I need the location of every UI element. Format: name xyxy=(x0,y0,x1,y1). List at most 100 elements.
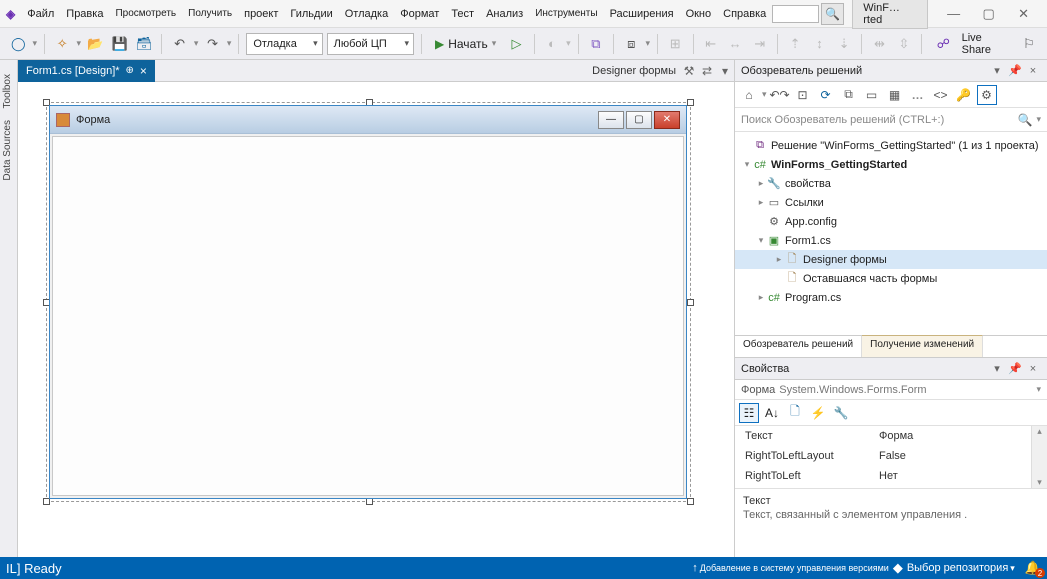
selected-object-row[interactable]: Форма System.Windows.Forms.Form ▾ xyxy=(735,380,1047,400)
swap-icon[interactable]: ⇄ xyxy=(698,64,716,78)
bottom-tab[interactable]: Обозреватель решений xyxy=(735,336,862,357)
document-tab[interactable]: Form1.cs [Design]* ⊕ × xyxy=(18,60,155,82)
menu-просмотреть[interactable]: Просмотреть xyxy=(109,5,182,22)
wrench-icon[interactable]: 🔧 xyxy=(831,403,851,423)
pending-icon[interactable]: ⊡ xyxy=(793,85,813,105)
menu-отладка[interactable]: Отладка xyxy=(339,5,394,23)
tree-node[interactable]: ▸c#Program.cs xyxy=(735,288,1047,307)
code-icon[interactable]: <> xyxy=(931,85,951,105)
menu-анализ[interactable]: Анализ xyxy=(480,5,529,23)
notifications-button[interactable]: 🔔2 xyxy=(1025,560,1041,576)
pin-icon[interactable]: 📌 xyxy=(1007,362,1023,375)
alphabetical-icon[interactable]: A↓ xyxy=(762,403,782,423)
property-row[interactable]: RightToLeftНет xyxy=(735,466,1047,486)
side-tab-data-sources[interactable]: Data Sources xyxy=(0,114,15,187)
redo-button[interactable]: ↷ xyxy=(202,33,222,55)
pin-icon[interactable]: 📌 xyxy=(1007,64,1023,77)
tree-node[interactable]: ▸▭Ссылки xyxy=(735,193,1047,212)
tree-node[interactable]: ▾▣Form1.cs xyxy=(735,231,1047,250)
tree-node[interactable]: ▸🔧свойства xyxy=(735,174,1047,193)
pin-icon[interactable]: ⊕ xyxy=(126,65,134,76)
scrollbar[interactable]: ▴▾ xyxy=(1031,426,1047,488)
tb-layout-2[interactable]: ⧈ xyxy=(621,33,641,55)
resize-handle[interactable] xyxy=(687,498,694,505)
form-client-area[interactable] xyxy=(52,136,684,496)
design-surface[interactable]: Форма — ▢ ✕ xyxy=(18,82,734,557)
window-menu-icon[interactable]: ▾ xyxy=(716,64,734,78)
liveshare-label[interactable]: Live Share xyxy=(958,32,1015,56)
resize-handle[interactable] xyxy=(687,299,694,306)
menu-формат[interactable]: Формат xyxy=(394,5,445,23)
platform-dropdown[interactable]: Любой ЦП xyxy=(327,33,414,55)
resize-handle[interactable] xyxy=(43,498,50,505)
start-no-debug-button[interactable]: ▷ xyxy=(506,33,526,55)
start-debug-button[interactable]: ▶Начать▾ xyxy=(429,33,502,55)
menu-файл[interactable]: Файл xyxy=(21,5,60,23)
feedback-icon[interactable]: ⚐ xyxy=(1019,33,1039,55)
home-icon[interactable]: ⌂ xyxy=(739,85,759,105)
side-tab-toolbox[interactable]: Toolbox xyxy=(0,68,15,114)
repo-selector[interactable]: Выбор репозитория xyxy=(907,562,1008,574)
search-button[interactable]: 🔍 xyxy=(821,3,844,25)
tree-node[interactable]: ⚙App.config xyxy=(735,212,1047,231)
close-tab-icon[interactable]: × xyxy=(140,64,147,78)
menu-расширения[interactable]: Расширения xyxy=(604,5,680,23)
tree-node[interactable]: ⧉Решение "WinForms_GettingStarted" (1 из… xyxy=(735,136,1047,155)
panel-options-icon[interactable]: ▾ xyxy=(989,362,1005,375)
tb-misc-1[interactable]: ◐ xyxy=(542,33,562,55)
form-selection-frame[interactable]: Форма — ▢ ✕ xyxy=(46,102,691,502)
new-item-button[interactable]: ✧ xyxy=(52,33,72,55)
tb-layout-1[interactable]: ⧉ xyxy=(586,33,606,55)
menu-гильдии[interactable]: Гильдии xyxy=(284,5,338,23)
nav-back-button[interactable]: ◯ xyxy=(8,33,28,55)
uparrow-icon[interactable]: ↑ xyxy=(692,562,698,574)
properties-grid[interactable]: ТекстФормаRightToLeftLayoutFalseRightToL… xyxy=(735,426,1047,488)
menu-правка[interactable]: Правка xyxy=(60,5,109,23)
close-button[interactable]: ✕ xyxy=(1006,2,1041,26)
tree-node[interactable]: ▾c#WinForms_GettingStarted xyxy=(735,155,1047,174)
property-row[interactable]: ТекстФорма xyxy=(735,426,1047,446)
config-dropdown[interactable]: Отладка xyxy=(246,33,322,55)
refresh-icon[interactable]: ▦ xyxy=(885,85,905,105)
designer-tool-icon[interactable]: ⚒ xyxy=(680,64,698,78)
view-icon[interactable]: ▭ xyxy=(862,85,882,105)
close-panel-icon[interactable]: × xyxy=(1025,65,1041,77)
overflow-icon[interactable]: … xyxy=(908,85,928,105)
bottom-tab[interactable]: Получение изменений xyxy=(862,335,983,357)
close-panel-icon[interactable]: × xyxy=(1025,363,1041,375)
maximize-button[interactable]: ▢ xyxy=(971,2,1006,26)
menu-окно[interactable]: Окно xyxy=(680,5,718,23)
tb-grid-icon[interactable]: ⊞ xyxy=(665,33,685,55)
collapse-icon[interactable]: ↶↷ xyxy=(770,85,790,105)
open-button[interactable]: 📂 xyxy=(85,33,105,55)
resize-handle[interactable] xyxy=(687,99,694,106)
tree-node[interactable]: ▸🗋Designer формы xyxy=(735,250,1047,269)
sync-icon[interactable]: ⟳ xyxy=(816,85,836,105)
wrench-icon[interactable]: ⚙ xyxy=(977,85,997,105)
menu-тест[interactable]: Тест xyxy=(445,5,480,23)
properties-icon[interactable]: 🔑 xyxy=(954,85,974,105)
menu-инструменты[interactable]: Инструменты xyxy=(529,5,603,22)
panel-options-icon[interactable]: ▾ xyxy=(989,64,1005,77)
running-project-label[interactable]: WinF…rted xyxy=(852,0,928,29)
search-input[interactable] xyxy=(772,5,819,23)
show-all-icon[interactable]: ⧉ xyxy=(839,85,859,105)
solution-explorer-search[interactable]: Поиск Обозреватель решений (CTRL+:) 🔍 ▾ xyxy=(735,108,1047,132)
menu-проект[interactable]: проект xyxy=(238,5,284,23)
source-control-label[interactable]: Добавление в систему управления версиями xyxy=(700,563,889,573)
property-pages-icon[interactable]: 🗋 xyxy=(785,403,805,423)
property-row[interactable]: RightToLeftLayoutFalse xyxy=(735,446,1047,466)
liveshare-icon[interactable]: ☍ xyxy=(933,33,953,55)
menu-получить[interactable]: Получить xyxy=(182,5,238,22)
categorized-icon[interactable]: ☷ xyxy=(739,403,759,423)
menu-справка[interactable]: Справка xyxy=(717,5,772,23)
save-all-button[interactable]: 🗃 xyxy=(134,33,154,55)
tree-node[interactable]: 🗋Оставшаяся часть формы xyxy=(735,269,1047,288)
minimize-button[interactable]: — xyxy=(936,2,971,26)
events-icon[interactable]: ⚡ xyxy=(808,403,828,423)
undo-button[interactable]: ↶ xyxy=(169,33,189,55)
solution-tree[interactable]: ⧉Решение "WinForms_GettingStarted" (1 из… xyxy=(735,132,1047,335)
save-button[interactable]: 💾 xyxy=(109,33,129,55)
designed-form[interactable]: Форма — ▢ ✕ xyxy=(49,105,687,499)
resize-handle[interactable] xyxy=(366,498,373,505)
